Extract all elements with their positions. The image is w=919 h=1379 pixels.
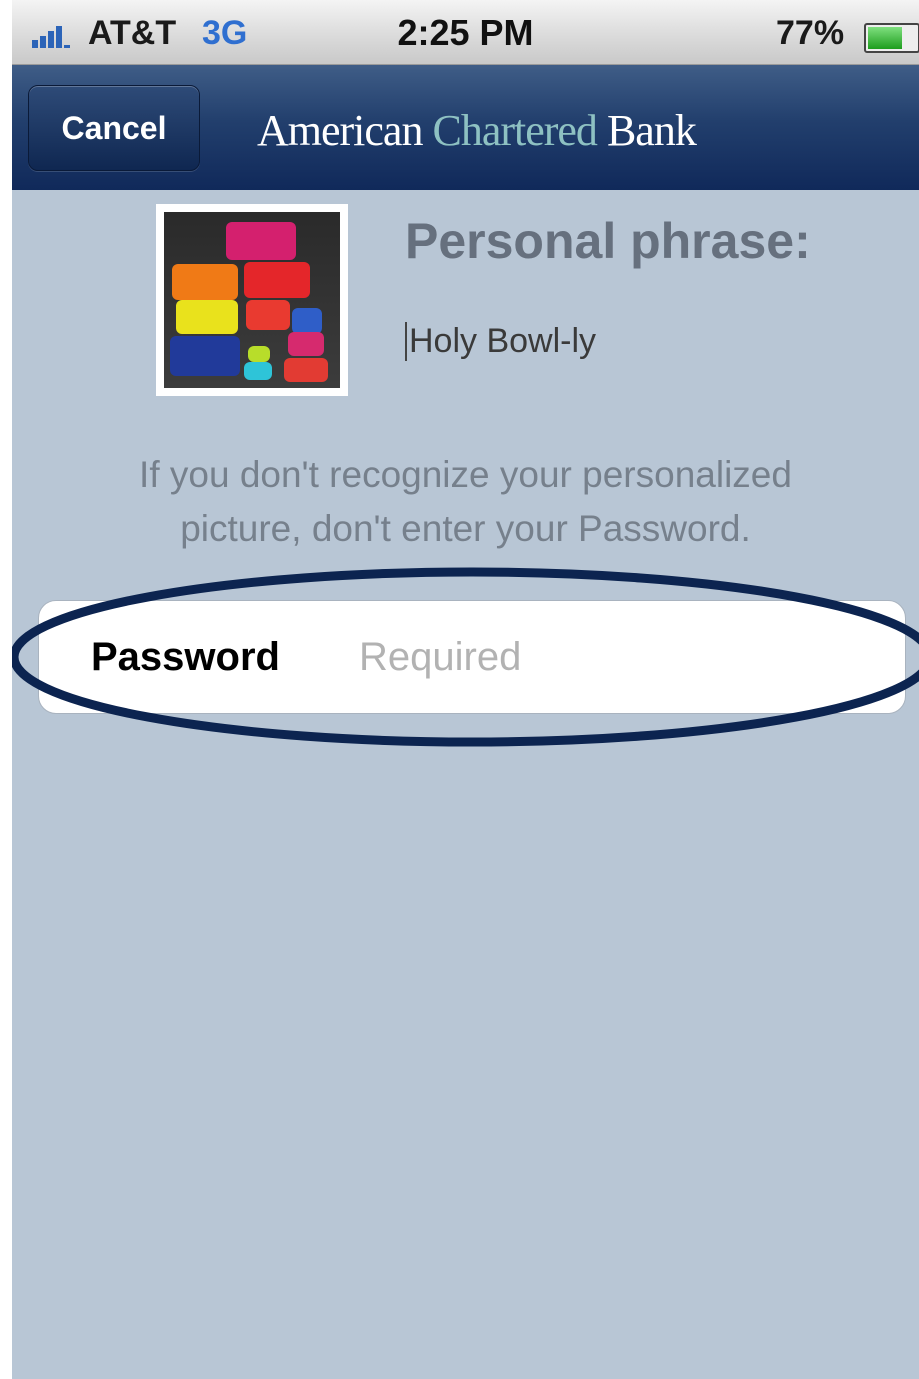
password-input[interactable] [359, 629, 859, 685]
battery-icon [864, 23, 919, 53]
personal-phrase-heading: Personal phrase: [405, 213, 811, 269]
password-label: Password [91, 635, 280, 679]
brand-word-american: American [257, 106, 433, 155]
security-warning-line-2: picture, don't enter your Password. [180, 508, 751, 549]
personal-phrase-value: Holy Bowl-ly [405, 322, 596, 361]
stacked-bowls-image [164, 212, 340, 388]
navigation-bar: Cancel American Chartered Bank [12, 65, 919, 190]
bank-logo: American Chartered Bank [257, 105, 697, 156]
battery-percentage: 77% [776, 14, 845, 52]
security-warning: If you don't recognize your personalized… [12, 448, 919, 556]
status-bar: AT&T 3G 2:25 PM 77% [12, 0, 919, 65]
cancel-button[interactable]: Cancel [28, 85, 200, 171]
password-field-group: Password [38, 600, 906, 714]
brand-word-bank: Bank [596, 106, 697, 155]
security-warning-line-1: If you don't recognize your personalized [139, 454, 792, 495]
personalized-picture [156, 204, 348, 396]
battery-level-fill [868, 27, 902, 49]
brand-word-chartered: Chartered [432, 106, 597, 155]
phone-screen: AT&T 3G 2:25 PM 77% Cancel American Char… [12, 0, 919, 1379]
